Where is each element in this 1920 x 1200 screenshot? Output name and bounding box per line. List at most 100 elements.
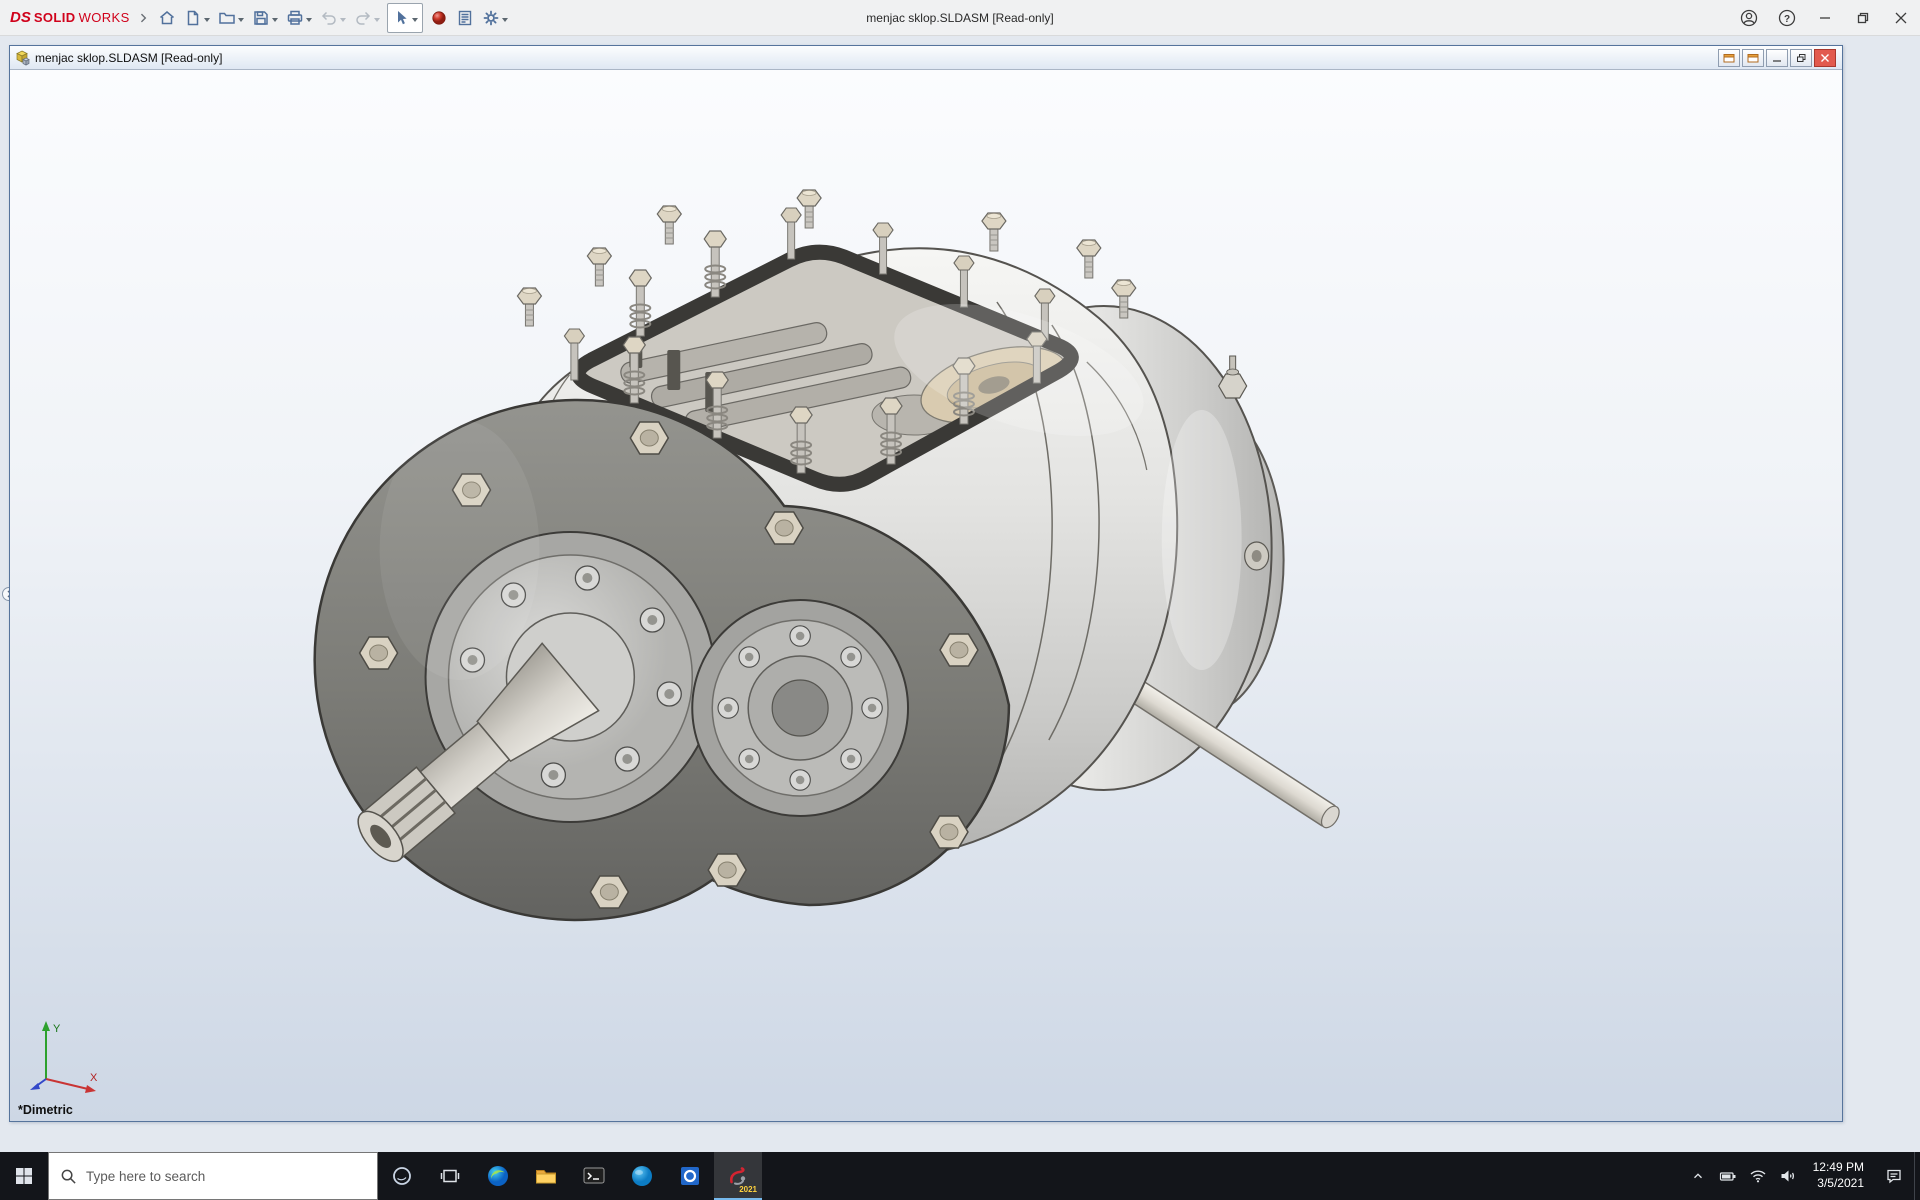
- gear-icon: [482, 9, 500, 27]
- tray-overflow-button[interactable]: [1683, 1152, 1713, 1200]
- search-icon: [60, 1168, 77, 1185]
- solidworks-version-badge: 2021: [739, 1185, 757, 1194]
- red-sphere-icon: [430, 9, 448, 27]
- network-tray-button[interactable]: [1743, 1152, 1773, 1200]
- edge-icon: [486, 1164, 510, 1188]
- dropdown-caret-icon[interactable]: [502, 18, 508, 25]
- orientation-triad: Y X: [26, 1013, 110, 1099]
- document-titlebar[interactable]: menjac sklop.SLDASM [Read-only]: [10, 46, 1842, 70]
- select-tool-button[interactable]: [387, 3, 423, 33]
- gearbox-3d-model[interactable]: [10, 70, 1842, 1121]
- taskbar-search[interactable]: [48, 1152, 378, 1200]
- window-icon: [1747, 53, 1759, 63]
- action-center-button[interactable]: [1874, 1152, 1914, 1200]
- output-bearing-hub[interactable]: [692, 600, 908, 816]
- volume-tray-button[interactable]: [1773, 1152, 1803, 1200]
- restore-icon: [1853, 8, 1873, 28]
- dropdown-caret-icon[interactable]: [340, 18, 346, 25]
- dropdown-caret-icon[interactable]: [374, 18, 380, 25]
- z-axis: [30, 1079, 46, 1090]
- solidworks-taskbar-button[interactable]: 2021: [714, 1152, 762, 1200]
- y-axis: Y: [42, 1021, 61, 1079]
- file-explorer-button[interactable]: [522, 1152, 570, 1200]
- show-desktop-button[interactable]: [1914, 1152, 1920, 1200]
- windows-logo-icon: [15, 1167, 33, 1185]
- open-folder-icon: [218, 9, 236, 27]
- app-blue-button[interactable]: [666, 1152, 714, 1200]
- mdi-area: menjac sklop.SLDASM [Read-only]: [0, 36, 1920, 1152]
- 3d-mouse-button[interactable]: [426, 3, 452, 33]
- minimize-icon: [1815, 8, 1835, 28]
- save-button[interactable]: [248, 3, 282, 33]
- close-button[interactable]: [1882, 0, 1920, 35]
- task-view-button[interactable]: [426, 1152, 474, 1200]
- close-icon: [1819, 53, 1831, 63]
- help-button[interactable]: ?: [1768, 0, 1806, 35]
- x-axis: X: [46, 1072, 98, 1093]
- dropdown-caret-icon[interactable]: [306, 18, 312, 25]
- view-orientation-label: *Dimetric: [18, 1103, 73, 1117]
- close-icon: [1891, 8, 1911, 28]
- clock-time: 12:49 PM: [1813, 1160, 1864, 1176]
- redo-button[interactable]: [350, 3, 384, 33]
- maximize-button[interactable]: [1844, 0, 1882, 35]
- start-button[interactable]: [0, 1152, 48, 1200]
- battery-icon: [1719, 1168, 1737, 1184]
- home-icon: [158, 9, 176, 27]
- dropdown-caret-icon[interactable]: [238, 18, 244, 25]
- undo-button[interactable]: [316, 3, 350, 33]
- menu-expand-button[interactable]: [132, 3, 154, 33]
- form-icon: [456, 9, 474, 27]
- ds-logo: DS: [10, 9, 31, 26]
- open-button[interactable]: [214, 3, 248, 33]
- account-button[interactable]: [1730, 0, 1768, 35]
- user-account-icon: [1739, 8, 1759, 28]
- doc-window-button-1[interactable]: [1718, 49, 1740, 67]
- svg-text:?: ?: [1784, 14, 1790, 25]
- restore-icon: [1795, 53, 1807, 63]
- graphics-viewport[interactable]: Y X *Dimetric: [10, 70, 1842, 1121]
- solidworks-application: DS SOLIDWORKS: [0, 0, 1920, 1200]
- dropdown-caret-icon[interactable]: [204, 18, 210, 25]
- doc-window-button-2[interactable]: [1742, 49, 1764, 67]
- help-icon: ?: [1777, 8, 1797, 28]
- edge-browser-button[interactable]: [474, 1152, 522, 1200]
- terminal-icon: [582, 1164, 606, 1188]
- terminal-button[interactable]: [570, 1152, 618, 1200]
- solidworks-logo: DS SOLIDWORKS: [10, 9, 130, 26]
- taskbar: 2021 12:49 PM 3/5/2021: [0, 1152, 1920, 1200]
- doc-minimize-button[interactable]: [1766, 49, 1788, 67]
- caption-buttons: ?: [1730, 0, 1920, 35]
- home-button[interactable]: [154, 3, 180, 33]
- search-input[interactable]: [86, 1169, 366, 1184]
- clock-date: 3/5/2021: [1817, 1176, 1864, 1192]
- app-title: menjac sklop.SLDASM [Read-only]: [866, 11, 1053, 25]
- document-window-controls: [1718, 49, 1838, 67]
- svg-text:Y: Y: [53, 1023, 61, 1035]
- wifi-icon: [1749, 1168, 1767, 1184]
- new-document-button[interactable]: [180, 3, 214, 33]
- document-title: menjac sklop.SLDASM [Read-only]: [35, 51, 222, 65]
- doc-restore-button[interactable]: [1790, 49, 1812, 67]
- assembly-document-icon: [14, 50, 30, 66]
- document-window: menjac sklop.SLDASM [Read-only]: [9, 45, 1843, 1122]
- battery-tray-button[interactable]: [1713, 1152, 1743, 1200]
- options-button[interactable]: [478, 3, 512, 33]
- property-sheet-button[interactable]: [452, 3, 478, 33]
- app-round-button[interactable]: [618, 1152, 666, 1200]
- window-icon: [1723, 53, 1735, 63]
- dropdown-caret-icon[interactable]: [272, 18, 278, 25]
- cortana-button[interactable]: [378, 1152, 426, 1200]
- svg-text:X: X: [90, 1072, 98, 1084]
- minimize-button[interactable]: [1806, 0, 1844, 35]
- new-document-icon: [184, 9, 202, 27]
- doc-close-button[interactable]: [1814, 49, 1836, 67]
- print-button[interactable]: [282, 3, 316, 33]
- print-icon: [286, 9, 304, 27]
- taskbar-clock[interactable]: 12:49 PM 3/5/2021: [1803, 1152, 1874, 1200]
- chevron-up-icon: [1691, 1169, 1705, 1183]
- chevron-right-icon: [136, 11, 150, 25]
- notification-icon: [1885, 1167, 1903, 1185]
- dropdown-caret-icon[interactable]: [412, 18, 418, 25]
- task-view-icon: [440, 1166, 460, 1186]
